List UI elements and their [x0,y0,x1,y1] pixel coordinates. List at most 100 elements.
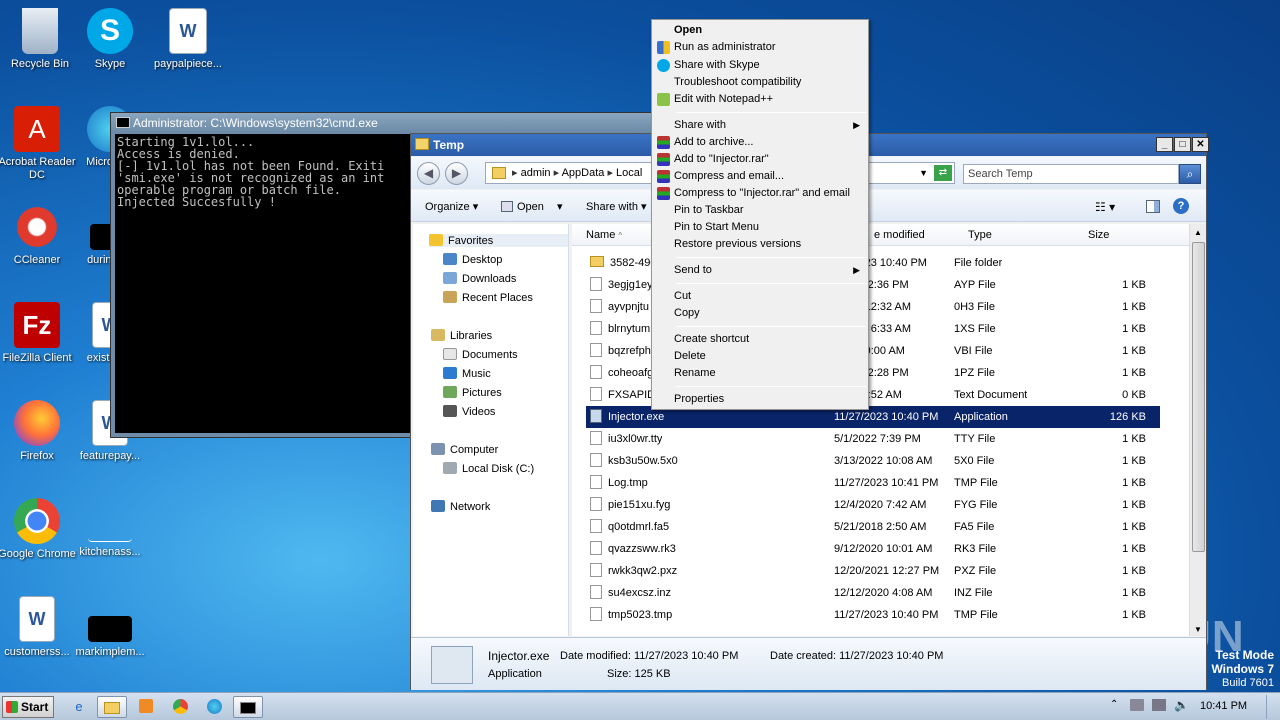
nav-recent-places[interactable]: Recent Places [443,291,533,304]
taskbar-edge-icon[interactable] [199,696,229,718]
desktop-icon-chrome[interactable]: Google Chrome [0,498,77,561]
scroll-down-icon[interactable]: ▼ [1194,625,1202,634]
nav-computer[interactable]: Computer [431,443,498,456]
menu-edit-notepadpp[interactable]: Edit with Notepad++ [654,91,866,108]
menu-properties[interactable]: Properties [654,391,866,408]
desktop-icon-ccleaner[interactable]: CCleaner [0,204,77,267]
menu-compress-email[interactable]: Compress and email... [654,168,866,185]
menu-troubleshoot[interactable]: Troubleshoot compatibility [654,74,866,91]
desktop-icon-firefox[interactable]: Firefox [0,400,77,463]
column-type[interactable]: Type [968,229,992,241]
taskbar-cmd-icon[interactable] [233,696,263,718]
minimize-button[interactable]: _ [1156,137,1173,152]
nav-videos[interactable]: Videos [443,405,495,418]
breadcrumb-local[interactable]: Local [616,167,642,179]
taskbar-clock[interactable]: 10:41 PM [1200,700,1247,712]
back-button[interactable]: ◀ [417,162,440,185]
desktop-icon-markimplem[interactable]: markimplem... [70,596,150,659]
table-row[interactable]: iu3xl0wr.tty 5/1/2022 7:39 PM TTY File 1 KB [586,428,1160,450]
nav-libraries[interactable]: Libraries [431,329,492,342]
nav-network[interactable]: Network [431,500,490,513]
address-dropdown-icon[interactable]: ▼ [919,163,928,183]
close-button[interactable]: ✕ [1192,137,1209,152]
breadcrumb-appdata[interactable]: AppData [562,167,605,179]
taskbar-chrome-icon[interactable] [165,696,195,718]
tray-action-center-icon[interactable] [1152,699,1166,711]
open-button[interactable]: Open ▾ [501,200,563,213]
table-row[interactable]: qvazzsww.rk3 9/12/2020 10:01 AM RK3 File 1 … [586,538,1160,560]
share-with-button[interactable]: Share with ▾ [586,200,647,213]
preview-pane-icon[interactable] [1146,200,1160,213]
menu-share-with[interactable]: Share with ▶ [654,117,866,134]
menu-add-rar[interactable]: Add to "Injector.rar" [654,151,866,168]
menu-separator [676,257,866,258]
taskbar-ie-icon[interactable]: e [64,696,94,718]
ccleaner-icon [14,204,60,250]
desktop-icon-acrobat[interactable]: A Acrobat Reader DC [0,106,77,182]
menu-open[interactable]: Open [654,22,866,39]
menu-send-to[interactable]: Send to ▶ [654,262,866,279]
menu-restore-versions[interactable]: Restore previous versions [654,236,866,253]
desktop-icon-kitchenass[interactable]: kitchenass... [70,498,150,559]
vertical-scrollbar[interactable]: ▲ ▼ [1189,224,1206,636]
refresh-icon[interactable]: ⇄ [934,165,952,181]
table-row[interactable]: Log.tmp 11/27/2023 10:41 PM TMP File 1 KB [586,472,1160,494]
scroll-thumb[interactable] [1192,242,1205,552]
menu-share-skype[interactable]: Share with Skype [654,57,866,74]
table-row[interactable]: ksb3u50w.5x0 3/13/2022 10:08 AM 5X0 File 1 … [586,450,1160,472]
desktop-icon-customerss[interactable]: W customerss... [0,596,77,659]
menu-pin-start[interactable]: Pin to Start Menu [654,219,866,236]
menu-compress-rar-email-label: Compress to "Injector.rar" and email [674,187,850,199]
nav-favorites[interactable]: Favorites [429,234,568,247]
show-desktop-button[interactable] [1266,695,1278,719]
search-input[interactable]: Search Temp [963,164,1179,184]
tray-expand-icon[interactable]: ⌃ [1110,699,1118,710]
view-options-icon[interactable]: ☷ ▾ [1095,200,1115,214]
cmd-title-bar[interactable]: Administrator: C:\Windows\system32\cmd.e… [111,113,669,133]
file-icon [590,541,602,555]
column-size[interactable]: Size [1088,229,1109,241]
column-name[interactable]: Name ^ [586,229,622,241]
nav-local-disk[interactable]: Local Disk (C:) [443,462,534,475]
table-row[interactable]: tmp5023.tmp 11/27/2023 10:40 PM TMP File 1 … [586,604,1160,626]
nav-desktop[interactable]: Desktop [443,253,502,266]
menu-create-shortcut[interactable]: Create shortcut [654,331,866,348]
menu-rename[interactable]: Rename [654,365,866,382]
maximize-button[interactable]: □ [1174,137,1191,152]
scroll-up-icon[interactable]: ▲ [1194,228,1202,237]
menu-add-archive[interactable]: Add to archive... [654,134,866,151]
desktop-icon-paypalpiece[interactable]: W paypalpiece... [148,8,228,71]
desktop-icon-filezilla[interactable]: Fz FileZilla Client [0,302,77,365]
file-size-cell: 1 KB [1122,301,1146,313]
desktop-icon-skype[interactable]: S Skype [70,8,150,71]
desktop-icon-recycle-bin[interactable]: Recycle Bin [0,8,80,71]
taskbar-media-player-icon[interactable] [131,696,161,718]
nav-downloads[interactable]: Downloads [443,272,516,285]
menu-cut[interactable]: Cut [654,288,866,305]
nav-music[interactable]: Music [443,367,491,380]
table-row[interactable]: pie151xu.fyg 12/4/2020 7:42 AM FYG File 1 K… [586,494,1160,516]
table-row[interactable]: rwkk3qw2.pxz 12/20/2021 12:27 PM PXZ File 1… [586,560,1160,582]
help-icon[interactable]: ? [1173,198,1189,214]
table-row[interactable]: su4excsz.inz 12/12/2020 4:08 AM INZ File 1 … [586,582,1160,604]
menu-run-as-admin[interactable]: Run as administrator [654,39,866,56]
menu-compress-rar-email[interactable]: Compress to "Injector.rar" and email [654,185,866,202]
forward-button[interactable]: ▶ [445,162,468,185]
column-date-modified[interactable]: e modified [874,229,925,241]
tray-volume-icon[interactable]: 🔈 [1174,698,1189,712]
menu-separator [676,386,866,387]
menu-delete[interactable]: Delete [654,348,866,365]
search-icon[interactable]: ⌕ [1179,164,1201,184]
breadcrumb-admin[interactable]: admin [521,167,551,179]
organize-button[interactable]: Organize ▾ [425,200,478,213]
start-button[interactable]: Start [2,696,54,718]
table-row[interactable]: q0otdmrl.fa5 5/21/2018 2:50 AM FA5 File 1 K… [586,516,1160,538]
tray-network-icon[interactable] [1130,699,1144,711]
taskbar-explorer-icon[interactable] [97,696,127,718]
menu-copy[interactable]: Copy [654,305,866,322]
nav-documents-label: Documents [462,349,518,361]
build-label: Build 7601 [1222,677,1274,689]
nav-documents[interactable]: Documents [443,348,518,361]
nav-pictures[interactable]: Pictures [443,386,502,399]
menu-pin-taskbar[interactable]: Pin to Taskbar [654,202,866,219]
